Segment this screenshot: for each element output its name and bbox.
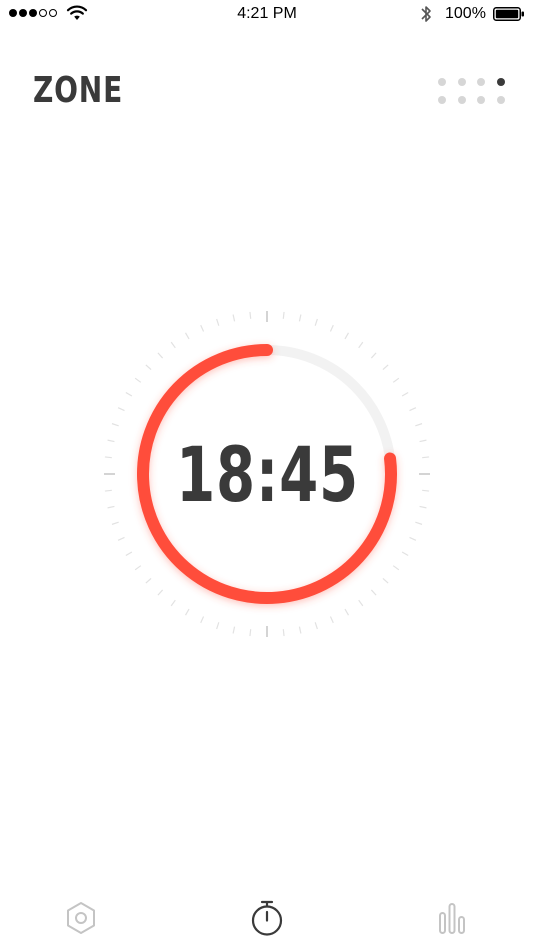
page-dot[interactable] — [438, 96, 446, 104]
nav-timer[interactable] — [245, 896, 289, 940]
page-dot[interactable] — [438, 78, 446, 86]
page-dot[interactable] — [457, 78, 466, 86]
hexagon-settings-icon — [67, 902, 95, 934]
bar-chart-icon — [439, 903, 465, 934]
battery-icon — [493, 7, 524, 21]
page-dot[interactable] — [477, 96, 485, 104]
page-dot[interactable] — [477, 78, 485, 86]
stopwatch-icon — [251, 900, 283, 936]
page-dot[interactable] — [496, 78, 505, 86]
nav-stats[interactable] — [430, 896, 474, 940]
page-dot[interactable] — [457, 96, 466, 104]
status-bar: 4:21 PM 100% — [0, 0, 534, 28]
page-indicator[interactable] — [438, 78, 508, 108]
bluetooth-icon — [421, 6, 431, 22]
timer-dial[interactable]: 18:45 — [99, 306, 435, 642]
timer-display: 18:45 — [175, 429, 359, 519]
battery-percentage: 100% — [445, 5, 486, 22]
app-title: ZONE — [33, 70, 124, 111]
nav-settings[interactable] — [59, 896, 103, 940]
page-dot[interactable] — [496, 96, 505, 104]
